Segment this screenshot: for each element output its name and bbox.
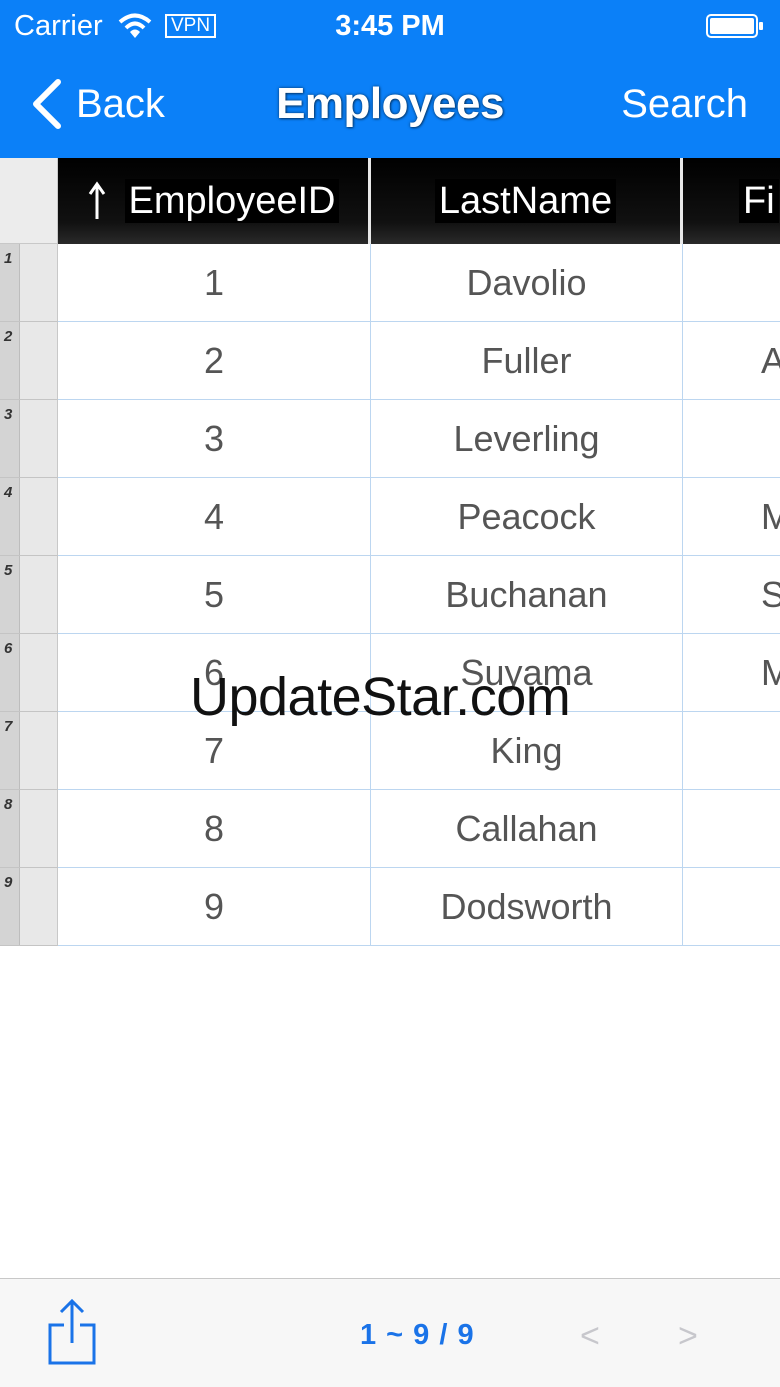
- cell-firstname[interactable]: M: [683, 478, 780, 556]
- table-row[interactable]: 5BuchananS: [58, 556, 780, 634]
- cell-lastname[interactable]: Suyama: [371, 634, 683, 712]
- row-number-cell[interactable]: 5: [0, 556, 58, 634]
- cell-lastname[interactable]: Davolio: [371, 244, 683, 322]
- cell-firstname[interactable]: [683, 400, 780, 478]
- status-bar: Carrier VPN 3:45 PM: [0, 0, 780, 54]
- data-grid: EmployeeID LastName Fi 1 1 Davolio 2 2 Fuller…: [0, 158, 780, 947]
- row-number: 9: [4, 874, 13, 891]
- navigation-bar: Back Employees Search: [0, 54, 780, 158]
- cell-lastname[interactable]: Callahan: [371, 790, 683, 868]
- table-row[interactable]: 3 Leverling: [58, 400, 780, 478]
- row-number: 3: [4, 406, 13, 423]
- column-header-firstname[interactable]: Fi: [683, 158, 780, 244]
- row-number: 2: [4, 328, 13, 345]
- cell-employeeid[interactable]: 6: [58, 634, 371, 712]
- sort-ascending-icon: [88, 181, 105, 219]
- table-row[interactable]: 7 King: [58, 712, 780, 790]
- search-button[interactable]: Search: [621, 76, 748, 132]
- cell-firstname[interactable]: [683, 868, 780, 946]
- cell-lastname[interactable]: Buchanan: [371, 556, 683, 634]
- column-header-lastname[interactable]: LastName: [371, 158, 683, 244]
- cell-firstname[interactable]: M: [683, 634, 780, 712]
- row-number-cell[interactable]: 1: [0, 244, 58, 322]
- table-row[interactable]: 1 Davolio: [58, 244, 780, 322]
- row-number-cell[interactable]: 2: [0, 322, 58, 400]
- next-page-button[interactable]: >: [678, 1317, 698, 1356]
- cell-employeeid[interactable]: 5: [58, 556, 371, 634]
- row-number: 5: [4, 562, 13, 579]
- table-row[interactable]: 6SuyamaM: [58, 634, 780, 712]
- row-number: 1: [4, 250, 13, 267]
- battery-icon: [706, 14, 763, 38]
- row-number: 6: [4, 640, 13, 657]
- header-row: EmployeeID LastName Fi: [58, 158, 780, 244]
- cell-lastname[interactable]: Peacock: [371, 478, 683, 556]
- row-number-cell[interactable]: 7: [0, 712, 58, 790]
- cell-employeeid[interactable]: 8: [58, 790, 371, 868]
- cell-employeeid[interactable]: 4: [58, 478, 371, 556]
- previous-page-button[interactable]: <: [580, 1317, 600, 1356]
- cell-employeeid[interactable]: 7: [58, 712, 371, 790]
- column-header-label: EmployeeID: [124, 179, 340, 223]
- page-status: 1 ~ 9 / 9: [360, 1319, 475, 1351]
- table-row[interactable]: 2FullerA: [58, 322, 780, 400]
- cell-employeeid[interactable]: 3: [58, 400, 371, 478]
- cell-firstname[interactable]: [683, 712, 780, 790]
- cell-lastname[interactable]: King: [371, 712, 683, 790]
- cell-firstname[interactable]: S: [683, 556, 780, 634]
- bottom-toolbar: 1 ~ 9 / 9 < >: [0, 1278, 780, 1387]
- cell-firstname[interactable]: [683, 790, 780, 868]
- cell-employeeid[interactable]: 1: [58, 244, 371, 322]
- row-number-cell[interactable]: 4: [0, 478, 58, 556]
- row-number: 8: [4, 796, 13, 813]
- cell-employeeid[interactable]: 2: [58, 322, 371, 400]
- column-header-label: Fi: [739, 179, 779, 223]
- cell-lastname[interactable]: Fuller: [371, 322, 683, 400]
- row-number-cell[interactable]: 6: [0, 634, 58, 712]
- grid-corner: [0, 158, 58, 244]
- top-bar: Carrier VPN 3:45 PM Back Employees Searc…: [0, 0, 780, 158]
- column-header-employeeid[interactable]: EmployeeID: [58, 158, 371, 244]
- table-row[interactable]: 8 Callahan: [58, 790, 780, 868]
- cell-lastname[interactable]: Dodsworth: [371, 868, 683, 946]
- cell-employeeid[interactable]: 9: [58, 868, 371, 946]
- clock: 3:45 PM: [335, 10, 445, 42]
- row-number: 7: [4, 718, 13, 735]
- table-row[interactable]: 9 Dodsworth: [58, 868, 780, 946]
- row-number-cell[interactable]: 8: [0, 790, 58, 868]
- cell-firstname[interactable]: [683, 244, 780, 322]
- share-icon[interactable]: [48, 1299, 96, 1365]
- cell-lastname[interactable]: Leverling: [371, 400, 683, 478]
- column-header-label: LastName: [434, 179, 617, 223]
- row-number-cell[interactable]: 3: [0, 400, 58, 478]
- row-number: 4: [4, 484, 13, 501]
- table-row[interactable]: 4PeacockM: [58, 478, 780, 556]
- row-number-cell[interactable]: 9: [0, 868, 58, 946]
- cell-firstname[interactable]: A: [683, 322, 780, 400]
